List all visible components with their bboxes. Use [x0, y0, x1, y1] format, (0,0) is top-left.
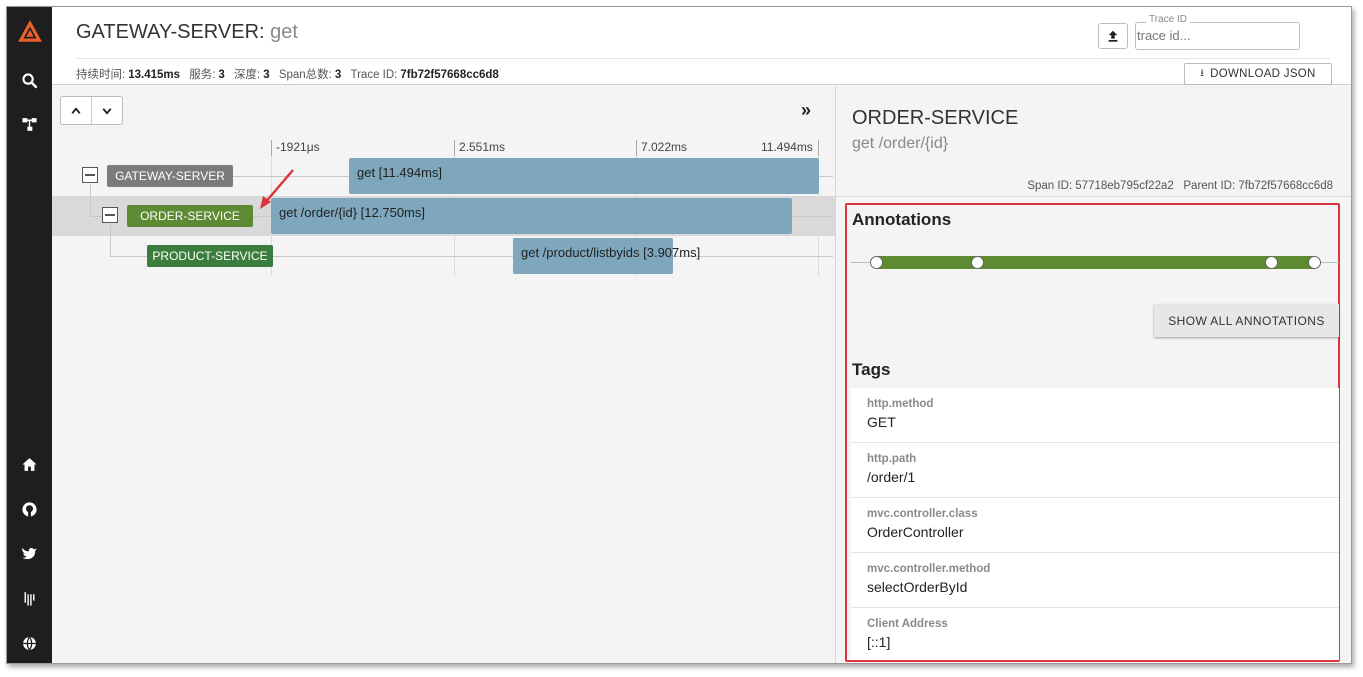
chevron-up-icon[interactable] [61, 97, 92, 124]
tree-connector [110, 224, 111, 256]
twitter-icon[interactable] [7, 539, 52, 567]
upload-icon [1108, 30, 1118, 42]
download-icon: ⭳ [1200, 67, 1205, 79]
trace-id-label: Trace ID [1146, 14, 1190, 25]
stat-spans-value: 3 [334, 69, 342, 81]
tag-row: http.path /order/1 [851, 443, 1339, 498]
span-nav-group [60, 96, 123, 125]
show-all-annotations-button[interactable]: SHOW ALL ANNOTATIONS [1154, 304, 1339, 337]
home-icon[interactable] [7, 450, 52, 478]
annotations-heading: Annotations [852, 210, 952, 229]
dependencies-icon[interactable] [7, 110, 52, 138]
service-badge-gateway[interactable]: GATEWAY-SERVER [107, 165, 233, 187]
stat-duration-value: 13.415ms [128, 69, 180, 81]
stat-services-value: 3 [218, 69, 225, 81]
service-badge-product[interactable]: PRODUCT-SERVICE [147, 245, 273, 267]
logo-icon[interactable] [7, 15, 52, 49]
time-tick: -1921μs [271, 140, 320, 156]
trace-id-input[interactable] [1137, 28, 1287, 43]
trace-root-service: GATEWAY-SERVER: [76, 21, 265, 43]
span-bar-product[interactable]: get /product/listbyids [3.907ms] [513, 238, 700, 274]
tags-heading: Tags [852, 360, 891, 379]
annotation-marker[interactable] [1308, 256, 1321, 269]
tag-row: http.method GET [851, 388, 1339, 443]
span-bar-order[interactable]: get /order/{id} [12.750ms] [271, 198, 792, 234]
trace-root-span: get [264, 21, 298, 43]
tag-key: mvc.controller.class [867, 508, 978, 520]
upload-button[interactable] [1098, 23, 1128, 49]
github-icon[interactable] [7, 495, 52, 523]
span-detail-panel: ORDER-SERVICE get /order/{id} Span ID: 5… [835, 86, 1351, 663]
page-title: GATEWAY-SERVER: get [76, 21, 298, 44]
trace-header: GATEWAY-SERVER: get 持续时间: 13.415ms 服务: 3 深… [52, 7, 1351, 85]
stat-traceid-value: 7fb72f57668cc6d8 [400, 69, 499, 81]
chevron-down-icon[interactable] [92, 97, 122, 124]
annotation-marker[interactable] [870, 256, 883, 269]
download-json-label: DOWNLOAD JSON [1210, 68, 1316, 80]
tag-value: [::1] [867, 634, 891, 650]
parent-id-value: 7fb72f57668cc6d8 [1238, 180, 1333, 192]
parent-id-label: Parent ID: [1183, 180, 1236, 192]
gitter-icon[interactable] [7, 584, 52, 612]
tree-connector [110, 256, 150, 257]
divider [836, 196, 1351, 197]
collapse-toggle[interactable] [82, 167, 98, 183]
trace-stats: 持续时间: 13.415ms 服务: 3 深度: 3 Span总数: 3 Trace I… [76, 66, 505, 82]
detail-span-name: get /order/{id} [852, 135, 949, 152]
tag-value: selectOrderById [867, 579, 968, 595]
tag-row: Client Address [::1] [851, 608, 1339, 660]
collapse-toggle[interactable] [102, 207, 118, 223]
stat-depth-value: 3 [263, 69, 270, 81]
arrow-annotation [260, 169, 294, 209]
stat-services-label: 服务: [189, 69, 216, 81]
tag-value: OrderController [867, 524, 964, 540]
stat-depth-label: 深度: [234, 69, 261, 81]
detail-service-name: ORDER-SERVICE [852, 107, 1019, 129]
span-bar-gateway[interactable]: get [11.494ms] [349, 158, 819, 194]
service-badge-order[interactable]: ORDER-SERVICE [127, 205, 253, 227]
tag-key: http.path [867, 453, 917, 465]
tag-row: mvc.controller.class OrderController [851, 498, 1339, 553]
globe-icon[interactable] [7, 629, 52, 657]
grid-line [818, 140, 819, 156]
span-id-value: 57718eb795cf22a2 [1075, 180, 1174, 192]
tag-value: GET [867, 414, 896, 430]
time-tick: 2.551ms [454, 140, 505, 156]
app-window: GATEWAY-SERVER: get 持续时间: 13.415ms 服务: 3 深… [6, 6, 1352, 664]
stat-spans-label: Span总数: [278, 69, 332, 81]
download-json-button[interactable]: ⭳ DOWNLOAD JSON [1184, 63, 1332, 85]
search-icon[interactable] [7, 66, 52, 94]
span-id-label: Span ID: [1027, 180, 1073, 192]
tag-row: mvc.controller.method selectOrderById [851, 553, 1339, 608]
time-tick: 11.494ms [761, 140, 813, 154]
annotation-marker[interactable] [1265, 256, 1278, 269]
tags-list: http.method GET http.path /order/1 mvc.c… [851, 388, 1339, 660]
tag-key: mvc.controller.method [867, 563, 991, 575]
tag-key: http.method [867, 398, 934, 410]
detail-ids: Span ID: 57718eb795cf22a2 Parent ID: 7fb… [1027, 180, 1333, 192]
tag-value: /order/1 [867, 469, 916, 485]
time-tick: 7.022ms [636, 140, 687, 156]
stat-traceid-label: Trace ID: [350, 69, 398, 81]
stat-duration-label: 持续时间: [76, 69, 126, 81]
tree-connector [90, 184, 91, 216]
trace-timeline: » -1921μs 2.551ms 7.022ms 11.494ms GATEW… [52, 86, 835, 663]
tag-key: Client Address [867, 618, 948, 630]
divider [76, 58, 1331, 59]
sidebar [7, 7, 52, 663]
annotation-timeline-bar [874, 256, 1316, 269]
expand-panel-icon[interactable]: » [801, 100, 811, 121]
annotation-marker[interactable] [971, 256, 984, 269]
